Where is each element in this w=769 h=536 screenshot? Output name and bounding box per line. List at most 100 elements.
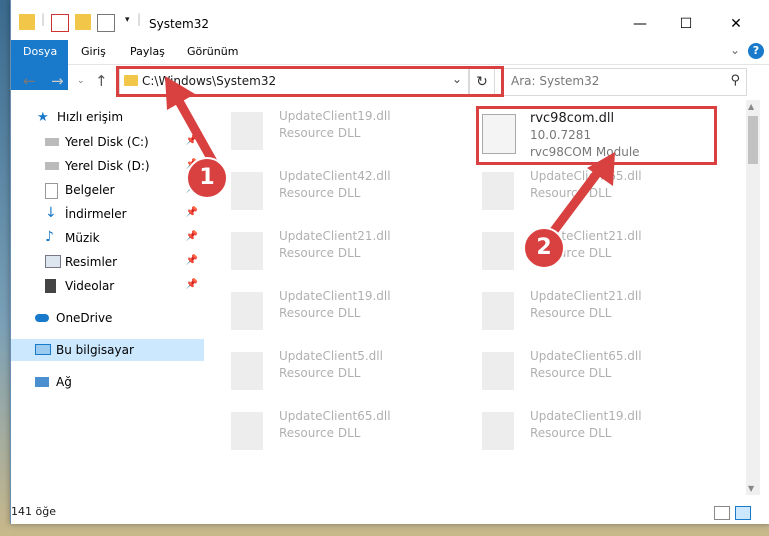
gear-icon bbox=[482, 114, 516, 154]
star-icon: ★ bbox=[37, 110, 49, 125]
file-name: UpdateClient21.dll bbox=[279, 229, 391, 243]
dll-file-icon bbox=[482, 412, 514, 450]
sidebar-item-label: Resimler bbox=[65, 255, 118, 269]
network-icon bbox=[35, 377, 49, 387]
folder-icon bbox=[19, 14, 35, 30]
window-title: System32 bbox=[149, 17, 210, 31]
sidebar-item-videos[interactable]: Videolar 📌 bbox=[11, 275, 204, 297]
ribbon-tabs: Dosya Giriş Paylaş Görünüm ⌄ ? bbox=[11, 40, 769, 90]
sidebar-item-label: Yerel Disk (C:) bbox=[65, 135, 149, 149]
list-item[interactable]: UpdateClient19.dll Resource DLL bbox=[482, 406, 717, 456]
close-button[interactable]: ✕ bbox=[713, 10, 759, 38]
list-item[interactable]: UpdateClient21.dll Resource DLL bbox=[231, 226, 466, 276]
pin-icon[interactable]: 📌 bbox=[186, 207, 198, 218]
videos-icon bbox=[45, 279, 56, 293]
dll-file-icon bbox=[231, 352, 263, 390]
dll-file-icon bbox=[231, 292, 263, 330]
scroll-down-icon[interactable]: ▼ bbox=[748, 484, 754, 493]
tiles-view-icon[interactable] bbox=[735, 506, 751, 520]
refresh-button[interactable]: ↻ bbox=[469, 68, 495, 96]
chevron-down-icon[interactable]: ⌄ bbox=[452, 72, 462, 86]
sidebar-item-downloads[interactable]: ↓ İndirmeler 📌 bbox=[11, 203, 204, 225]
minimize-button[interactable]: — bbox=[617, 10, 663, 38]
file-list: UpdateClient19.dll Resource DLL UpdateCl… bbox=[207, 100, 742, 495]
sidebar-item-network[interactable]: Ağ bbox=[11, 371, 204, 393]
file-name: rvc98com.dll bbox=[530, 111, 615, 126]
sidebar-item-label: Ağ bbox=[56, 375, 72, 389]
search-placeholder: Ara: System32 bbox=[511, 74, 600, 88]
sidebar-item-pictures[interactable]: Resimler 📌 bbox=[11, 251, 204, 273]
maximize-button[interactable]: ☐ bbox=[663, 10, 709, 38]
recent-locations-icon[interactable]: ⌄ bbox=[77, 76, 85, 86]
search-input[interactable]: Ara: System32 ⚲ bbox=[503, 68, 747, 96]
sidebar-item-label: Hızlı erişim bbox=[57, 110, 124, 124]
file-name: UpdateClient42.dll bbox=[279, 169, 391, 183]
search-icon: ⚲ bbox=[730, 73, 740, 88]
quick-access-dropdown-icon[interactable]: ▾ bbox=[125, 15, 130, 25]
navigation-bar: ← → ⌄ ↑ C:\Windows\System32 ⌄ ↻ Ara: Sys… bbox=[11, 65, 769, 99]
list-item[interactable]: UpdateClient5.dll Resource DLL bbox=[231, 346, 466, 396]
list-item[interactable]: UpdateClient21.dll Resource DLL bbox=[482, 286, 717, 336]
file-type: Resource DLL bbox=[279, 186, 361, 200]
sidebar-item-label: Müzik bbox=[65, 231, 100, 245]
pin-icon[interactable]: 📌 bbox=[186, 279, 198, 290]
file-name: UpdateClient21.dll bbox=[530, 289, 642, 303]
folder-icon bbox=[124, 75, 138, 86]
file-type: Resource DLL bbox=[279, 306, 361, 320]
tab-share[interactable]: Paylaş bbox=[118, 40, 177, 64]
separator: | bbox=[137, 12, 142, 26]
drive-icon bbox=[45, 162, 59, 170]
arrow-to-file bbox=[548, 152, 615, 237]
pin-icon[interactable]: 📌 bbox=[186, 231, 198, 242]
scrollbar-thumb[interactable] bbox=[748, 116, 758, 164]
details-view-icon[interactable] bbox=[714, 506, 730, 520]
file-type: Resource DLL bbox=[279, 366, 361, 380]
file-type: Resource DLL bbox=[279, 246, 361, 260]
pin-icon[interactable]: 📌 bbox=[186, 255, 198, 266]
tab-home[interactable]: Giriş bbox=[69, 40, 118, 64]
file-name: UpdateClient19.dll bbox=[279, 289, 391, 303]
sidebar-item-onedrive[interactable]: OneDrive bbox=[11, 307, 204, 329]
dll-file-icon bbox=[231, 412, 263, 450]
dll-file-icon bbox=[231, 172, 263, 210]
item-count: 141 öğe bbox=[11, 505, 56, 518]
download-icon: ↓ bbox=[45, 205, 57, 221]
file-name: UpdateClient65.dll bbox=[279, 409, 391, 423]
list-item[interactable]: UpdateClient65.dll Resource DLL bbox=[231, 406, 466, 456]
file-name: UpdateClient65.dll bbox=[530, 349, 642, 363]
dll-file-icon bbox=[482, 232, 514, 270]
scroll-up-icon[interactable]: ▲ bbox=[748, 102, 754, 111]
file-name: UpdateClient19.dll bbox=[279, 109, 391, 123]
tab-view[interactable]: Görünüm bbox=[175, 40, 250, 64]
drive-icon bbox=[45, 138, 59, 146]
sidebar-item-label: İndirmeler bbox=[65, 207, 127, 221]
vertical-scrollbar[interactable]: ▲ ▼ bbox=[746, 100, 760, 495]
sidebar-item-music[interactable]: ♪ Müzik 📌 bbox=[11, 227, 204, 249]
dll-file-icon bbox=[482, 292, 514, 330]
file-type: Resource DLL bbox=[530, 306, 612, 320]
dll-file-icon bbox=[231, 112, 263, 150]
customize-icon[interactable] bbox=[97, 14, 115, 32]
list-item[interactable]: UpdateClient42.dll Resource DLL bbox=[231, 166, 466, 216]
forward-button[interactable]: → bbox=[51, 72, 64, 90]
list-item[interactable]: UpdateClient19.dll Resource DLL bbox=[231, 286, 466, 336]
file-type: Resource DLL bbox=[279, 426, 361, 440]
separator: | bbox=[41, 12, 46, 26]
new-folder-icon[interactable] bbox=[75, 14, 91, 30]
up-button[interactable]: ↑ bbox=[95, 72, 108, 90]
file-name: UpdateClient19.dll bbox=[530, 409, 642, 423]
sidebar-item-label: Belgeler bbox=[65, 183, 115, 197]
list-item[interactable]: UpdateClient19.dll Resource DLL bbox=[231, 106, 466, 156]
sidebar-item-label: Videolar bbox=[65, 279, 115, 293]
pictures-icon bbox=[45, 255, 61, 268]
dll-file-icon bbox=[231, 232, 263, 270]
list-item[interactable]: UpdateClient65.dll Resource DLL bbox=[482, 346, 717, 396]
sidebar-item-label: Yerel Disk (D:) bbox=[65, 159, 150, 173]
help-icon[interactable]: ? bbox=[748, 43, 764, 59]
sidebar-item-this-pc[interactable]: Bu bilgisayar bbox=[11, 339, 204, 361]
properties-icon[interactable] bbox=[51, 14, 69, 32]
file-type: Resource DLL bbox=[530, 426, 612, 440]
documents-icon bbox=[45, 183, 58, 199]
back-button[interactable]: ← bbox=[23, 72, 36, 90]
ribbon-expand-icon[interactable]: ⌄ bbox=[730, 43, 740, 57]
